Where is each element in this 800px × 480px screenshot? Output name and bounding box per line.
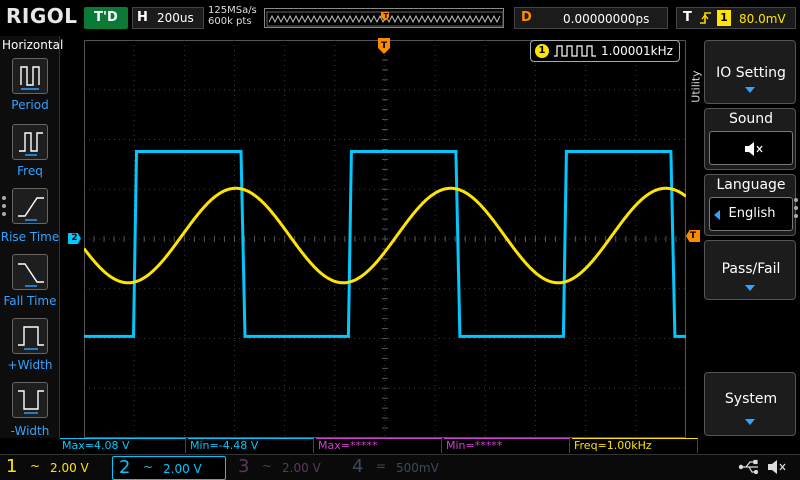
utility-tab-label: Utility [689,70,703,103]
memory-overview-waveform: T [266,11,504,27]
channel-1-number: 1 [6,456,18,477]
horizontal-delay[interactable]: D 0.00000000ps [514,7,668,29]
period-label: Period [11,98,49,112]
period-icon [20,66,40,90]
channel-2-status[interactable]: 2 ~ 2.00 V [112,456,226,480]
utility-tab[interactable]: Utility [688,40,704,140]
trigger-level-marker[interactable]: T [686,230,700,242]
menu-page-indicator-right [794,198,798,222]
delay-value: 0.00000000ps [563,12,650,26]
channel-1-scale: 2.00 V [50,461,89,475]
sound-button[interactable]: Sound [704,108,796,170]
rise-time-button[interactable] [12,188,48,224]
usb-icon [738,459,759,475]
delay-key: D [521,10,532,25]
io-setting-button[interactable]: IO Setting [704,40,796,104]
svg-text:T: T [384,12,389,20]
period-button[interactable] [12,58,48,94]
acquisition-info: 125MSa/s 600k pts [208,5,257,27]
speaker-muted-icon [745,142,763,156]
measurement-results-bar: Max=4.08 V Min=-4.48 V Max=***** Min=***… [60,438,700,453]
ac-coupling-icon: ~ [30,459,41,473]
fall-time-label: Fall Time [3,294,57,308]
positive-width-label: +Width [7,358,53,372]
frequency-icon [19,132,43,156]
channel-2-number: 2 [119,457,131,478]
negative-width-icon [18,390,44,414]
trigger-source-badge: 1 [717,10,731,26]
channel-4-status[interactable]: 4 = 500mV [346,456,466,480]
memory-position-bar[interactable]: T [264,8,504,28]
trigger-settings[interactable]: T 1 80.0mV [676,7,796,29]
measurement-ch2-min[interactable]: Min=-4.48 V [188,438,314,453]
rise-time-label: Rise Time [0,230,60,244]
rising-edge-icon [699,10,713,30]
sound-value [709,131,793,165]
positive-width-button[interactable] [12,318,48,354]
dc-coupling-icon: = [376,459,387,473]
measure-menu-title: Horizontal [2,38,64,52]
channel-2-scale: 2.00 V [163,462,202,476]
negative-width-label: -Width [10,424,50,438]
chevron-down-icon [745,419,755,425]
chevron-down-icon [745,285,755,291]
fall-time-button[interactable] [12,254,48,290]
pass-fail-button[interactable]: Pass/Fail [704,240,796,300]
pass-fail-label: Pass/Fail [721,261,781,277]
utility-menu: IO Setting Sound Language English Pass/F… [704,40,796,438]
channel-4-scale: 500mV [396,461,439,475]
timebase-value: 200us [157,11,194,25]
rigol-logo: RIGOL [6,4,78,28]
counter-value: 1.00001kHz [601,44,673,58]
ac-coupling-icon: ~ [262,459,273,473]
sample-rate: 125MSa/s [208,5,257,16]
memory-depth: 600k pts [208,16,252,27]
measure-menu: Horizontal Period Freq Rise Time Fall Ti… [0,36,64,438]
positive-width-icon [18,326,44,350]
negative-width-button[interactable] [12,382,48,418]
measurement-ch2-max[interactable]: Max=4.08 V [60,438,186,453]
counter-channel-badge: 1 [535,44,549,58]
frequency-counter: 1 1.00001kHz [530,40,680,62]
system-button[interactable]: System [704,372,796,436]
trigger-key: T [683,10,692,25]
channel-2-offset-marker[interactable]: 2 [68,233,81,244]
channel-1-status[interactable]: 1 ~ 2.00 V [0,456,110,480]
freq-label: Freq [17,164,43,178]
chevron-down-icon [745,87,755,93]
channel-3-status[interactable]: 3 ~ 2.00 V [232,456,342,480]
top-status-bar: RIGOL T'D H 200us 125MSa/s 600k pts T D … [0,0,800,36]
measurement-math-min[interactable]: Min=***** [444,438,570,453]
svg-text:T: T [381,41,388,51]
measurement-math-max[interactable]: Max=***** [316,438,442,453]
menu-page-indicator [2,196,6,220]
io-setting-label: IO Setting [716,65,786,81]
square-wave-icon [554,45,596,57]
trigger-position-marker[interactable]: T [378,38,390,56]
horizontal-timebase[interactable]: H 200us [132,7,204,29]
language-value-box: English [709,197,793,231]
horizontal-key: H [137,10,148,25]
status-icons [738,459,786,475]
channel-3-scale: 2.00 V [282,461,321,475]
freq-button[interactable] [12,124,48,160]
sound-label: Sound [728,111,774,127]
fall-time-icon [18,263,44,287]
ac-coupling-icon: ~ [143,460,154,474]
trigger-level: 80.0mV [739,12,786,26]
channel-3-number: 3 [238,456,250,477]
language-value: English [728,206,776,221]
graticule [84,40,686,438]
language-label: Language [716,177,786,193]
trigger-status-badge: T'D [84,7,128,29]
system-label: System [724,391,778,407]
channel-4-number: 4 [352,456,364,477]
waveform-display[interactable] [84,40,686,438]
rise-time-icon [18,197,44,221]
channel-status-bar: 1 ~ 2.00 V 2 ~ 2.00 V 3 ~ 2.00 V 4 = 500… [0,454,800,480]
language-button[interactable]: Language English [704,174,796,236]
measurement-ch1-freq[interactable]: Freq=1.00kHz [572,438,698,453]
speaker-muted-icon [768,460,786,474]
